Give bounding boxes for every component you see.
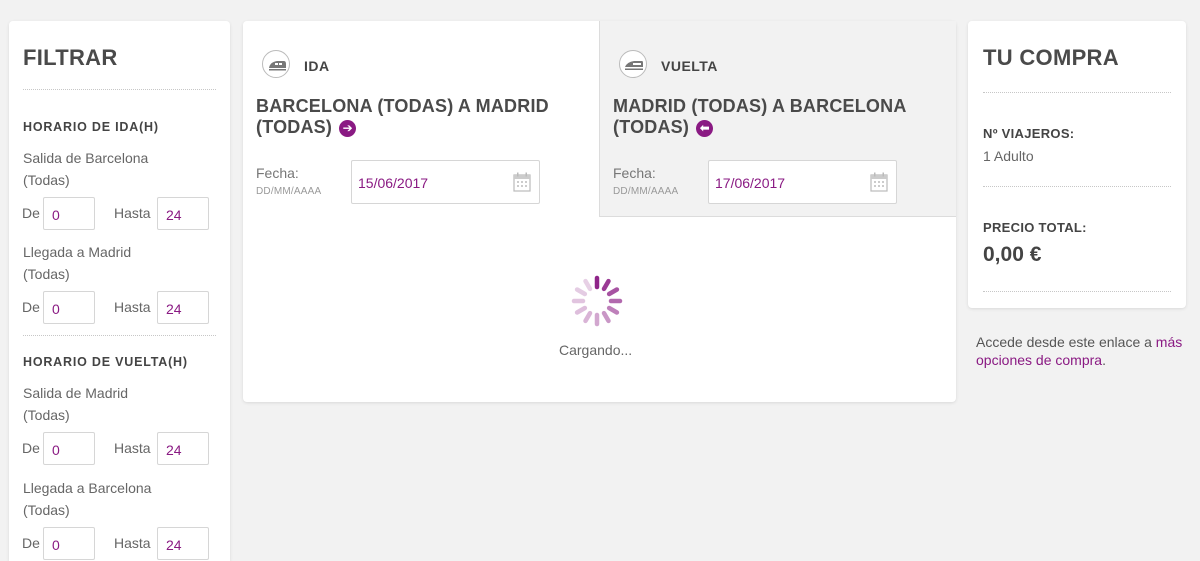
total-price-value: 0,00 €: [983, 243, 1042, 266]
arrow-left-circle-icon: ⬅: [696, 120, 714, 137]
ida-date-value: 15/06/2017: [358, 175, 429, 191]
divider: [983, 291, 1171, 292]
divider: [983, 186, 1171, 187]
ida-salida-from-input[interactable]: 0: [43, 197, 95, 230]
vuelta-llegada-from-input[interactable]: 0: [43, 527, 95, 560]
vuelta-llegada-to-label: Hasta: [114, 535, 151, 551]
vuelta-date-value: 17/06/2017: [715, 175, 786, 191]
ida-schedule-title: HORARIO DE IDA(H): [23, 120, 159, 134]
purchase-title: TU COMPRA: [983, 45, 1119, 70]
vuelta-salida-to-input[interactable]: 24: [157, 432, 209, 465]
train-icon: [262, 50, 290, 78]
vuelta-llegada-from-label: De: [22, 535, 40, 551]
purchase-summary: TU COMPRA Nº VIAJEROS: 1 Adulto PRECIO T…: [968, 21, 1186, 308]
vuelta-llegada-label: Llegada a Barcelona (Todas): [23, 480, 152, 518]
ida-fecha-label: Fecha:: [256, 165, 299, 181]
ida-llegada-to-input[interactable]: 24: [157, 291, 209, 324]
vuelta-fecha-hint: DD/MM/AAAA: [613, 186, 679, 197]
vuelta-fecha-label: Fecha:: [613, 165, 656, 181]
divider: [23, 335, 216, 336]
tab-vuelta-label[interactable]: VUELTA: [661, 58, 718, 74]
more-options-text: Accede desde este enlace a más opciones …: [976, 334, 1183, 368]
ida-llegada-from-label: De: [22, 299, 40, 315]
ida-date-input[interactable]: 15/06/2017: [351, 160, 540, 204]
ida-llegada-label: Llegada a Madrid (Todas): [23, 244, 132, 282]
ida-salida-to-label: Hasta: [114, 205, 151, 221]
ida-llegada-to-label: Hasta: [114, 299, 151, 315]
ida-llegada-from-input[interactable]: 0: [43, 291, 95, 324]
vuelta-route: MADRID (TODAS) A BARCELONA (TODAS) ⬅: [613, 96, 906, 137]
ida-route: BARCELONA (TODAS) A MADRID (TODAS) ➔: [256, 96, 549, 137]
ida-salida-label: Salida de Barcelona (Todas): [23, 150, 149, 188]
divider: [983, 92, 1171, 93]
loading-text: Cargando...: [559, 342, 633, 358]
ida-salida-from-label: De: [22, 205, 40, 221]
calendar-icon[interactable]: [870, 172, 888, 192]
loading-spinner-icon: [571, 275, 623, 327]
vuelta-salida-from-label: De: [22, 440, 40, 456]
divider: [23, 89, 216, 90]
vuelta-date-input[interactable]: 17/06/2017: [708, 160, 897, 204]
vuelta-salida-from-input[interactable]: 0: [43, 432, 95, 465]
filter-title: FILTRAR: [23, 45, 118, 70]
ida-fecha-hint: DD/MM/AAAA: [256, 186, 322, 197]
ida-salida-to-input[interactable]: 24: [157, 197, 209, 230]
arrow-right-circle-icon: ➔: [339, 120, 357, 137]
train-icon: [619, 50, 647, 78]
travelers-value: 1 Adulto: [983, 148, 1034, 164]
vuelta-llegada-to-input[interactable]: 24: [157, 527, 209, 560]
travelers-label: Nº VIAJEROS:: [983, 126, 1075, 141]
calendar-icon[interactable]: [513, 172, 531, 192]
vuelta-schedule-title: HORARIO DE VUELTA(H): [23, 355, 188, 369]
vuelta-salida-to-label: Hasta: [114, 440, 151, 456]
filter-panel: FILTRAR HORARIO DE IDA(H) Salida de Barc…: [9, 21, 230, 561]
vuelta-salida-label: Salida de Madrid (Todas): [23, 385, 129, 423]
tab-ida-label[interactable]: IDA: [304, 58, 330, 74]
total-price-label: PRECIO TOTAL:: [983, 220, 1087, 235]
